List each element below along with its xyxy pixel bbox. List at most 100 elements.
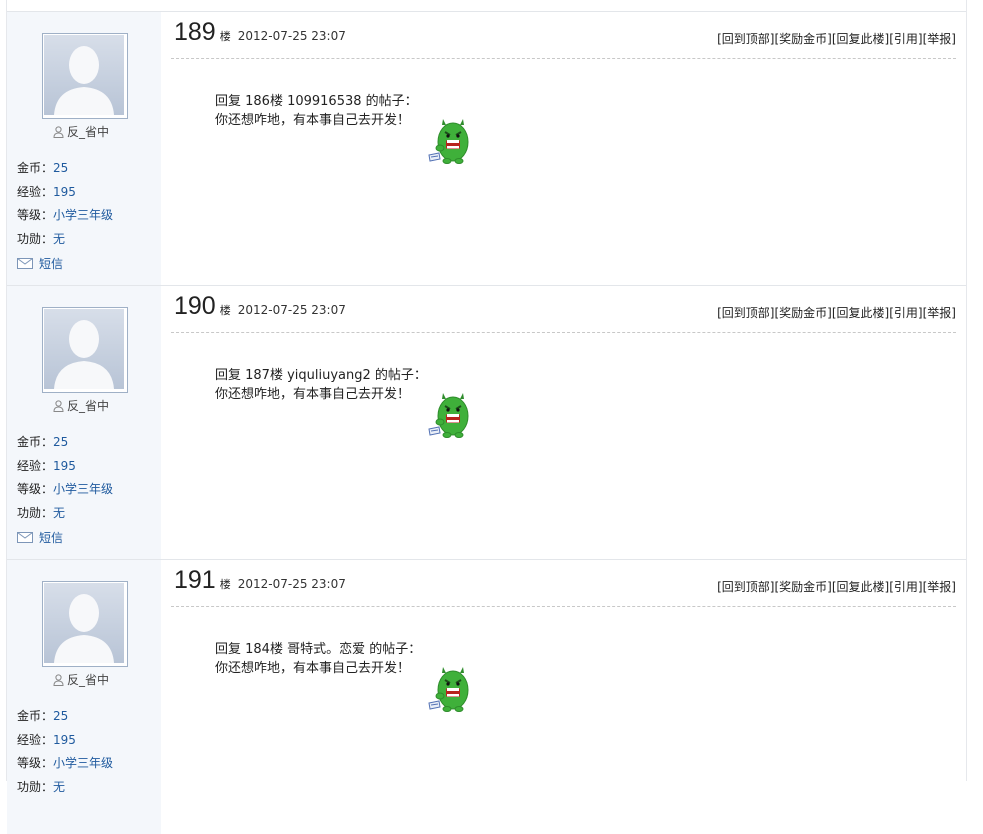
post-actions: [回到顶部] [奖励金币] [回复此楼] [引用] [举报] bbox=[717, 578, 956, 595]
stat-coins: 金币：25 bbox=[17, 433, 68, 450]
envelope-icon bbox=[17, 532, 33, 543]
default-avatar-icon bbox=[44, 583, 124, 663]
stat-level: 等级：小学三年级 bbox=[17, 480, 113, 497]
stat-exp: 经验：195 bbox=[17, 731, 76, 748]
user-icon bbox=[53, 399, 64, 412]
message-label: 短信 bbox=[39, 531, 64, 545]
angry-monster-emoticon-icon bbox=[427, 389, 473, 443]
floor-word: 楼 bbox=[219, 578, 231, 591]
avatar[interactable] bbox=[42, 33, 128, 119]
floor-word: 楼 bbox=[219, 304, 231, 317]
floor-number: 191 bbox=[174, 566, 216, 594]
post-content: 189 楼 2012-07-25 23:07 [回到顶部] [奖励金币] [回复此楼… bbox=[161, 12, 966, 286]
username[interactable]: 反_省中 bbox=[53, 123, 109, 140]
user-icon bbox=[53, 125, 64, 138]
stat-coins-value: 25 bbox=[53, 435, 69, 449]
report-link[interactable]: [举报] bbox=[923, 578, 956, 595]
floor-number: 190 bbox=[174, 292, 216, 320]
reply-line: 回复 187楼 yiquliuyang2 的帖子： bbox=[215, 368, 427, 383]
reply-floor-link[interactable]: [回复此楼] bbox=[832, 578, 889, 595]
send-message-link[interactable]: 短信 bbox=[17, 529, 63, 546]
stat-level-value: 小学三年级 bbox=[53, 482, 114, 496]
user-sidebar: 反_省中 金币：25 经验：195 等级：小学三年级 功勋：无 短信 bbox=[7, 286, 161, 560]
back-to-top-link[interactable]: [回到顶部] bbox=[717, 30, 774, 47]
reward-coins-link[interactable]: [奖励金币] bbox=[775, 30, 832, 47]
reward-coins-link[interactable]: [奖励金币] bbox=[775, 304, 832, 321]
post-body: 回复 187楼 yiquliuyang2 的帖子： 你还想咋地，有本事自己去开发… bbox=[215, 366, 427, 404]
send-message-link[interactable]: 短信 bbox=[17, 255, 63, 272]
username-text: 反_省中 bbox=[67, 673, 110, 687]
angry-monster-emoticon-icon bbox=[427, 115, 473, 169]
stat-exp-label: 经验： bbox=[17, 459, 54, 473]
post-190: 反_省中 金币：25 经验：195 等级：小学三年级 功勋：无 短信 190 楼… bbox=[7, 286, 966, 560]
stat-merit-label: 功勋： bbox=[17, 506, 54, 520]
avatar[interactable] bbox=[42, 307, 128, 393]
floor-header: 189 楼 2012-07-25 23:07 bbox=[174, 18, 346, 47]
floor-number: 189 bbox=[174, 18, 216, 46]
stat-level-label: 等级： bbox=[17, 756, 54, 770]
post-actions: [回到顶部] [奖励金币] [回复此楼] [引用] [举报] bbox=[717, 304, 956, 321]
reply-floor-link[interactable]: [回复此楼] bbox=[832, 30, 889, 47]
floor-word: 楼 bbox=[219, 30, 231, 43]
username-text: 反_省中 bbox=[67, 125, 110, 139]
header-divider bbox=[171, 332, 956, 333]
reply-line: 回复 184楼 哥特式。恋爱 的帖子： bbox=[215, 642, 422, 657]
quote-link[interactable]: [引用] bbox=[889, 30, 922, 47]
stat-merit-value: 无 bbox=[53, 232, 66, 246]
default-avatar-icon bbox=[44, 309, 124, 389]
stat-merit-label: 功勋： bbox=[17, 232, 54, 246]
envelope-icon bbox=[17, 258, 33, 269]
stat-level-value: 小学三年级 bbox=[53, 756, 114, 770]
stat-coins-label: 金币： bbox=[17, 435, 54, 449]
floor-header: 191 楼 2012-07-25 23:07 bbox=[174, 566, 346, 595]
stat-coins: 金币：25 bbox=[17, 707, 68, 724]
stat-coins-value: 25 bbox=[53, 709, 69, 723]
stat-merit-label: 功勋： bbox=[17, 780, 54, 794]
stat-exp-value: 195 bbox=[53, 185, 76, 199]
stat-merit: 功勋：无 bbox=[17, 504, 65, 521]
stat-exp-label: 经验： bbox=[17, 733, 54, 747]
username[interactable]: 反_省中 bbox=[53, 397, 109, 414]
header-divider bbox=[171, 606, 956, 607]
stat-merit: 功勋：无 bbox=[17, 230, 65, 247]
stat-merit-value: 无 bbox=[53, 780, 66, 794]
back-to-top-link[interactable]: [回到顶部] bbox=[717, 578, 774, 595]
post-actions: [回到顶部] [奖励金币] [回复此楼] [引用] [举报] bbox=[717, 30, 956, 47]
default-avatar-icon bbox=[44, 35, 124, 115]
post-date: 2012-07-25 23:07 bbox=[237, 303, 346, 317]
quote-link[interactable]: [引用] bbox=[889, 304, 922, 321]
user-sidebar: 反_省中 金币：25 经验：195 等级：小学三年级 功勋：无 短信 bbox=[7, 12, 161, 286]
stat-level-label: 等级： bbox=[17, 482, 54, 496]
post-189: 反_省中 金币：25 经验：195 等级：小学三年级 功勋：无 短信 189 楼… bbox=[7, 12, 966, 286]
stat-exp: 经验：195 bbox=[17, 457, 76, 474]
post-text: 你还想咋地，有本事自己去开发！ bbox=[215, 661, 411, 676]
avatar[interactable] bbox=[42, 581, 128, 667]
username[interactable]: 反_省中 bbox=[53, 671, 109, 688]
reply-line: 回复 186楼 109916538 的帖子： bbox=[215, 94, 418, 109]
thread-container: 反_省中 金币：25 经验：195 等级：小学三年级 功勋：无 短信 189 楼… bbox=[6, 0, 967, 834]
back-to-top-link[interactable]: [回到顶部] bbox=[717, 304, 774, 321]
stat-coins-value: 25 bbox=[53, 161, 69, 175]
stat-merit-value: 无 bbox=[53, 506, 66, 520]
report-link[interactable]: [举报] bbox=[923, 304, 956, 321]
message-label: 短信 bbox=[39, 257, 64, 271]
stat-coins-label: 金币： bbox=[17, 161, 54, 175]
stat-coins-label: 金币： bbox=[17, 709, 54, 723]
stat-exp-label: 经验： bbox=[17, 185, 54, 199]
post-body: 回复 184楼 哥特式。恋爱 的帖子： 你还想咋地，有本事自己去开发！ bbox=[215, 640, 421, 678]
quote-link[interactable]: [引用] bbox=[889, 578, 922, 595]
post-content: 190 楼 2012-07-25 23:07 [回到顶部] [奖励金币] [回复此楼… bbox=[161, 286, 966, 560]
floor-header: 190 楼 2012-07-25 23:07 bbox=[174, 292, 346, 321]
post-date: 2012-07-25 23:07 bbox=[237, 577, 346, 591]
stat-level-label: 等级： bbox=[17, 208, 54, 222]
stat-level: 等级：小学三年级 bbox=[17, 206, 113, 223]
reply-floor-link[interactable]: [回复此楼] bbox=[832, 304, 889, 321]
report-link[interactable]: [举报] bbox=[923, 30, 956, 47]
post-text: 你还想咋地，有本事自己去开发！ bbox=[215, 113, 411, 128]
stat-exp-value: 195 bbox=[53, 459, 76, 473]
stat-exp: 经验：195 bbox=[17, 183, 76, 200]
stat-level: 等级：小学三年级 bbox=[17, 754, 113, 771]
post-191: 反_省中 金币：25 经验：195 等级：小学三年级 功勋：无 191 楼 20… bbox=[7, 560, 966, 834]
reward-coins-link[interactable]: [奖励金币] bbox=[775, 578, 832, 595]
header-divider bbox=[171, 58, 956, 59]
